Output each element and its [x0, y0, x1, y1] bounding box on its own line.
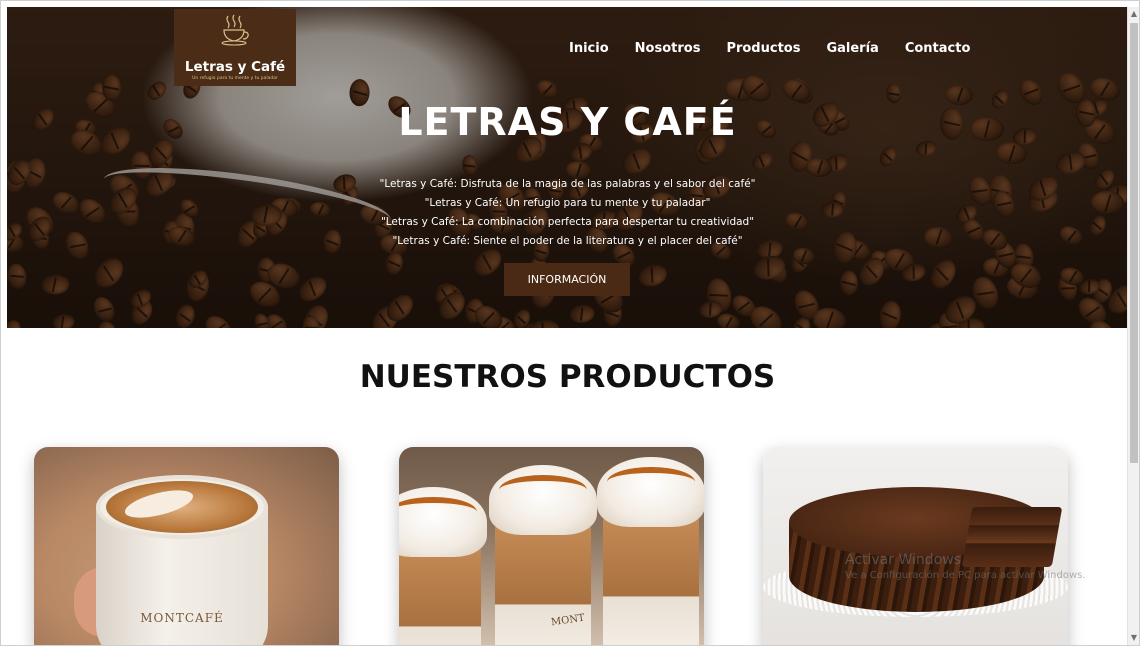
nav-item-inicio[interactable]: Inicio: [569, 41, 609, 56]
page-viewport: Letras y Café Un refugio para tu mente y…: [7, 7, 1128, 645]
products-title: NUESTROS PRODUCTOS: [359, 359, 776, 395]
hero-section: Letras y Café Un refugio para tu mente y…: [7, 7, 1128, 328]
windows-activation-watermark: Activar Windows Ve a Configuración de PC…: [845, 552, 1086, 581]
hero-title: LETRAS Y CAFÉ: [398, 100, 737, 144]
product-card-cake[interactable]: [763, 447, 1068, 645]
hero-quote: "Letras y Café: Disfruta de la magia de …: [379, 178, 756, 190]
product-card-frappe[interactable]: MONT: [399, 447, 704, 645]
watermark-subtitle: Ve a Configuración de PC para activar Wi…: [845, 570, 1086, 581]
hero-quote: "Letras y Café: La combinación perfecta …: [380, 216, 755, 228]
nav-item-contacto[interactable]: Contacto: [905, 41, 971, 56]
latte-cup-image: MONTCAFÉ: [96, 475, 268, 645]
scroll-down-icon[interactable]: ▼: [1128, 631, 1139, 645]
cup-brand-text: MONTCAFÉ: [140, 611, 224, 625]
frappe-drink: [597, 457, 704, 645]
info-button[interactable]: INFORMACIÓN: [504, 263, 630, 296]
scroll-up-icon[interactable]: ▲: [1128, 7, 1139, 21]
logo-tagline: Un refugio para tu mente y tu paladar: [192, 76, 278, 81]
coffee-cup-icon: [221, 14, 249, 46]
caramel-drizzle: [607, 467, 695, 497]
frappe-drink: [399, 487, 487, 645]
nav-item-nosotros[interactable]: Nosotros: [635, 41, 701, 56]
main-nav: Inicio Nosotros Productos Galería Contac…: [569, 41, 996, 56]
watermark-title: Activar Windows: [845, 552, 961, 568]
hero-quotes: "Letras y Café: Disfruta de la magia de …: [7, 175, 1128, 251]
logo-name: Letras y Café: [184, 59, 286, 75]
product-card-latte[interactable]: MONTCAFÉ: [34, 447, 339, 645]
site-logo[interactable]: Letras y Café Un refugio para tu mente y…: [174, 9, 296, 86]
drink-body: [603, 519, 699, 645]
drink-body: [495, 527, 591, 645]
scrollbar-thumb[interactable]: [1130, 23, 1138, 463]
hero-quote: "Letras y Café: Un refugio para tu mente…: [424, 197, 711, 209]
caramel-drizzle: [499, 475, 587, 505]
nav-item-galeria[interactable]: Galería: [826, 41, 878, 56]
drink-body: [399, 549, 481, 645]
nav-item-productos[interactable]: Productos: [726, 41, 800, 56]
hero-quote: "Letras y Café: Siente el poder de la li…: [392, 235, 743, 247]
vertical-scrollbar[interactable]: ▲ ▼: [1127, 7, 1139, 645]
browser-window: Letras y Café Un refugio para tu mente y…: [0, 0, 1140, 646]
